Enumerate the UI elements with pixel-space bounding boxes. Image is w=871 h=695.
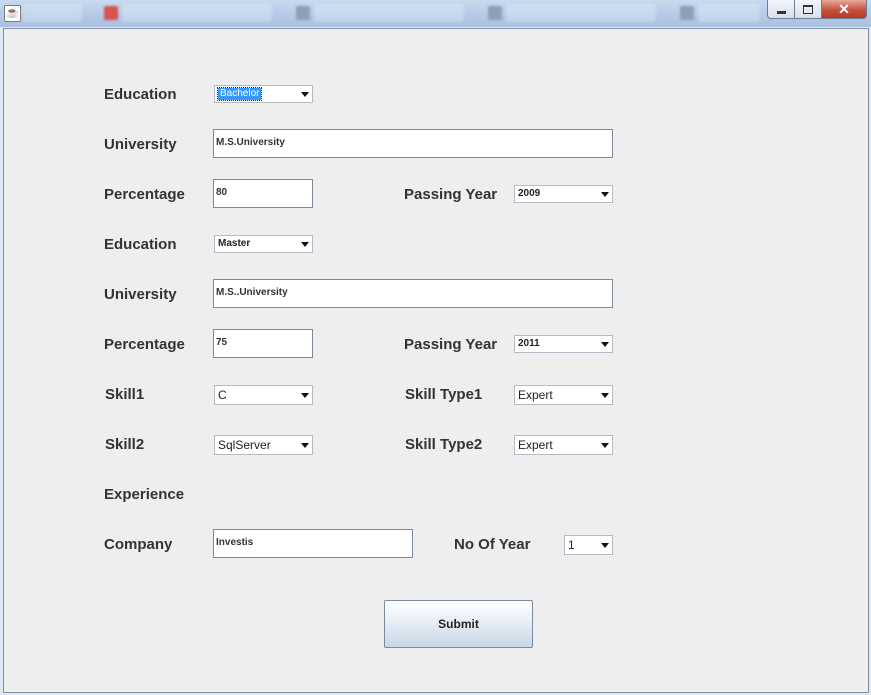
passing-year-value-2: 2011 [518,338,540,349]
skill-type2-value: Expert [518,438,553,452]
education-label-2: Education [104,236,177,253]
skill1-value: C [218,388,227,402]
blurred-title-area [122,4,272,22]
experience-heading: Experience [104,486,185,503]
no-of-year-label: No Of Year [454,536,531,553]
java-app-icon[interactable]: ☕ [4,5,21,22]
education-select-1[interactable]: Bachelor [214,85,313,103]
maximize-icon [803,4,813,14]
window-controls: ✕ [767,0,867,19]
university-field-1[interactable]: M.S.University [213,129,613,158]
chevron-down-icon [601,393,609,398]
skill1-label: Skill1 [105,386,145,403]
percentage-field-2[interactable]: 75 [213,329,313,358]
blurred-title-area [698,4,760,22]
blurred-title-area [22,4,82,22]
no-of-year-select[interactable]: 1 [564,535,613,555]
skill-type1-value: Expert [518,388,553,402]
form-panel: Education Bachelor University M.S.Univer… [3,28,869,693]
chevron-down-icon [301,443,309,448]
skill-type1-select[interactable]: Expert [514,385,613,405]
skill-type1-label: Skill Type1 [405,386,483,403]
passing-year-label-1: Passing Year [404,186,498,203]
percentage-field-1[interactable]: 80 [213,179,313,208]
chevron-down-icon [301,393,309,398]
education-select-2[interactable]: Master [214,235,313,253]
percentage-label-1: Percentage [104,186,185,203]
skill-type2-label: Skill Type2 [405,436,483,453]
passing-year-label-2: Passing Year [404,336,498,353]
skill2-label: Skill2 [105,436,145,453]
chevron-down-icon [601,192,609,197]
university-field-2[interactable]: M.S..University [213,279,613,308]
education-label-1: Education [104,86,177,103]
maximize-button[interactable] [794,0,821,19]
ghost-tab-icon [104,6,118,20]
chevron-down-icon [601,443,609,448]
minimize-button[interactable] [767,0,794,19]
company-label: Company [104,536,173,553]
chevron-down-icon [301,92,309,97]
window-titlebar: ☕ ✕ [0,0,871,27]
passing-year-select-2[interactable]: 2011 [514,335,613,353]
ghost-tab-icon [296,6,310,20]
blurred-title-area [506,4,656,22]
passing-year-select-1[interactable]: 2009 [514,185,613,203]
education-value-1: Bachelor [216,87,263,101]
skill2-value: SqlServer [218,438,271,452]
company-field[interactable]: Investis [213,529,413,558]
passing-year-value-1: 2009 [518,188,541,199]
close-icon: ✕ [838,0,850,17]
minimize-icon [776,10,786,14]
ghost-tab-icon [488,6,502,20]
chevron-down-icon [601,342,609,347]
no-of-year-value: 1 [568,538,575,552]
submit-button[interactable]: Submit [384,600,533,648]
skill-type2-select[interactable]: Expert [514,435,613,455]
chevron-down-icon [301,242,309,247]
percentage-label-2: Percentage [104,336,185,353]
skill1-select[interactable]: C [214,385,313,405]
university-label-1: University [104,136,177,153]
university-label-2: University [104,286,177,303]
skill2-select[interactable]: SqlServer [214,435,313,455]
chevron-down-icon [601,543,609,548]
education-value-2: Master [218,238,251,249]
ghost-tab-icon [680,6,694,20]
blurred-title-area [314,4,464,22]
close-button[interactable]: ✕ [821,0,867,19]
